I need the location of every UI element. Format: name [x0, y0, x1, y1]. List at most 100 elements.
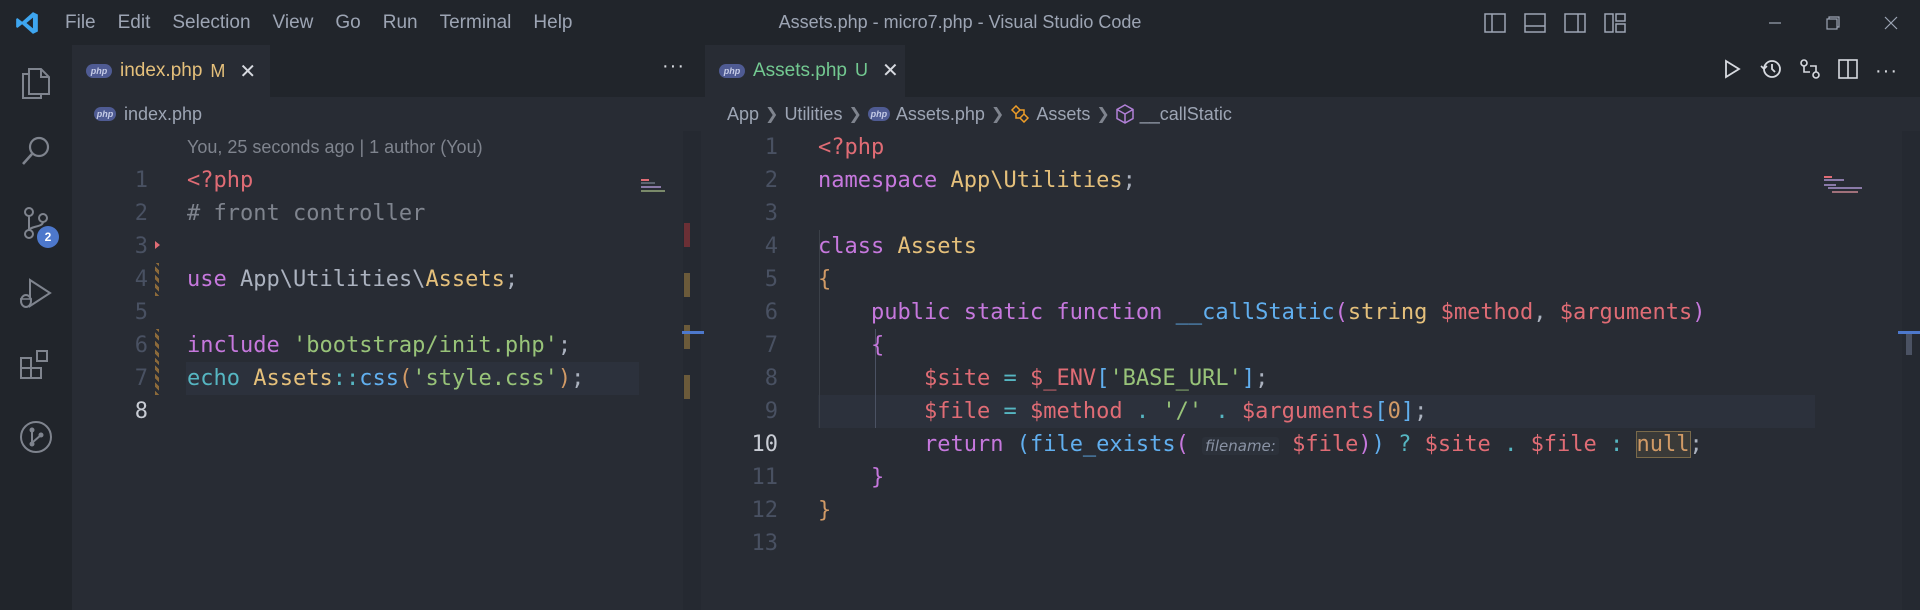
overview-ruler-cursor [1898, 331, 1920, 334]
editor-group-right: php Assets.php U ✕ ··· App ❯ Utilities ❯… [705, 45, 1920, 610]
breadcrumb-app[interactable]: App [727, 104, 759, 125]
run-icon[interactable] [1721, 58, 1743, 85]
breadcrumb-class[interactable]: Assets [1036, 104, 1090, 125]
extensions-icon[interactable] [0, 333, 72, 397]
code-line: echo Assets::css('style.css'); [187, 366, 585, 391]
code-line: } [870, 465, 885, 490]
run-debug-icon[interactable] [0, 261, 72, 325]
chevron-right-icon: ❯ [848, 106, 862, 123]
code-line: namespace App\Utilities; [818, 168, 1136, 193]
tab-bar-left: php index.php M ✕ ··· [72, 45, 705, 97]
menu-run[interactable]: Run [372, 0, 429, 45]
breadcrumb-file[interactable]: Assets.php [896, 104, 985, 125]
inlay-hint-filename: filename: [1202, 437, 1279, 455]
line-number: 1 [134, 168, 148, 193]
toggle-panel-icon[interactable] [1520, 8, 1550, 38]
gutter-change-marker [155, 329, 159, 362]
window-controls [1746, 0, 1920, 45]
minimap-right[interactable] [1822, 131, 1862, 193]
code-line: <?php [187, 168, 254, 193]
line-number: 6 [134, 333, 148, 358]
menu-view[interactable]: View [262, 0, 325, 45]
compare-changes-icon[interactable] [1799, 58, 1821, 85]
customize-layout-icon[interactable] [1600, 8, 1630, 38]
line-number: 3 [134, 234, 148, 259]
method-symbol-icon [1116, 104, 1134, 124]
menu-go[interactable]: Go [324, 0, 371, 45]
code-line: include 'bootstrap/init.php'; [187, 333, 572, 358]
menu-help[interactable]: Help [522, 0, 583, 45]
tab-label: Assets.php [753, 59, 847, 81]
code-line: use App\Utilities\Assets; [187, 267, 519, 292]
code-line: } [818, 498, 832, 523]
minimize-icon[interactable] [1746, 0, 1804, 45]
code-line: { [818, 267, 832, 292]
breadcrumb-utilities[interactable]: Utilities [784, 104, 842, 125]
overview-ruler-cursor [682, 331, 704, 334]
line-number: 13 [751, 531, 779, 556]
more-actions-icon[interactable]: ··· [1875, 60, 1898, 83]
class-symbol-icon [1010, 105, 1030, 123]
git-blame-annotation: You, 25 seconds ago | 1 author (You) [187, 137, 483, 157]
breadcrumb-left: php index.php [72, 97, 705, 131]
scrollbar-right[interactable] [1902, 131, 1920, 610]
code-line: public static function __callStatic(stri… [870, 300, 1706, 325]
chevron-right-icon: ❯ [1096, 106, 1110, 123]
code-line: # front controller [187, 201, 426, 226]
line-number: 7 [764, 333, 778, 358]
tab-close-icon[interactable]: ✕ [882, 58, 899, 83]
tab-index-php[interactable]: php index.php M ✕ [72, 45, 270, 97]
restore-icon[interactable] [1804, 0, 1862, 45]
tab-untracked-indicator: U [855, 60, 868, 80]
line-number: 4 [764, 234, 778, 259]
source-control-icon[interactable]: 2 [0, 191, 72, 255]
git-graph-icon[interactable] [0, 405, 72, 469]
menu-bar: File Edit Selection View Go Run Terminal… [54, 0, 584, 45]
code-editor-left[interactable]: You, 25 seconds ago | 1 author (You) 1 2 3… [72, 131, 705, 610]
title-bar: File Edit Selection View Go Run Terminal… [0, 0, 1920, 45]
line-number: 2 [134, 201, 148, 226]
gutter-change-marker [155, 362, 159, 395]
tab-close-icon[interactable]: ✕ [239, 59, 256, 84]
toggle-secondary-sidebar-icon[interactable] [1560, 8, 1590, 38]
breadcrumb-right: App ❯ Utilities ❯ php Assets.php ❯ Asset… [705, 97, 1920, 131]
gutter-change-marker [155, 263, 159, 296]
editor-actions: ··· [1721, 45, 1898, 97]
vscode-logo-icon [0, 0, 54, 45]
split-editor-icon[interactable] [1837, 58, 1859, 85]
line-number: 2 [764, 168, 778, 193]
source-control-badge: 2 [37, 226, 59, 248]
code-line: $file = $method . '/' . $arguments[0]; [923, 399, 1428, 424]
tab-bar-right: php Assets.php U ✕ ··· [705, 45, 1920, 97]
layout-controls [1480, 0, 1630, 45]
breadcrumb-method[interactable]: __callStatic [1140, 104, 1232, 125]
editor-group-left: php index.php M ✕ ··· php index.php You,… [72, 45, 705, 610]
line-number: 9 [764, 399, 778, 424]
tab-modified-indicator: M [210, 60, 226, 81]
scrollbar-left[interactable] [683, 131, 701, 610]
line-number: 3 [764, 201, 778, 226]
line-number: 5 [764, 267, 778, 292]
code-line: <?php [818, 135, 885, 160]
line-number: 12 [751, 498, 779, 523]
tab-assets-php[interactable]: php Assets.php U ✕ [705, 45, 905, 97]
line-number: 8 [134, 399, 148, 424]
menu-selection[interactable]: Selection [161, 0, 261, 45]
line-number: 1 [764, 135, 778, 160]
timeline-icon[interactable] [1759, 58, 1783, 85]
code-line: return (file_exists( filename: $file)) ?… [923, 431, 1703, 458]
gutter-deletion-marker [155, 241, 160, 249]
menu-file[interactable]: File [54, 0, 107, 45]
breadcrumb-file[interactable]: index.php [124, 104, 202, 125]
menu-edit[interactable]: Edit [107, 0, 162, 45]
code-editor-right[interactable]: 1 2 3 4 5 6 7 8 9 10 11 12 13 <?php namespace App\Ut… [705, 131, 1920, 610]
close-window-icon[interactable] [1862, 0, 1920, 45]
minimap-left[interactable] [639, 131, 679, 192]
code-line: $site = $_ENV['BASE_URL']; [923, 366, 1269, 391]
more-actions-icon[interactable]: ··· [662, 55, 685, 78]
line-number: 5 [134, 300, 148, 325]
menu-terminal[interactable]: Terminal [429, 0, 523, 45]
search-icon[interactable] [0, 119, 72, 183]
explorer-icon[interactable] [0, 49, 72, 113]
toggle-primary-sidebar-icon[interactable] [1480, 8, 1510, 38]
